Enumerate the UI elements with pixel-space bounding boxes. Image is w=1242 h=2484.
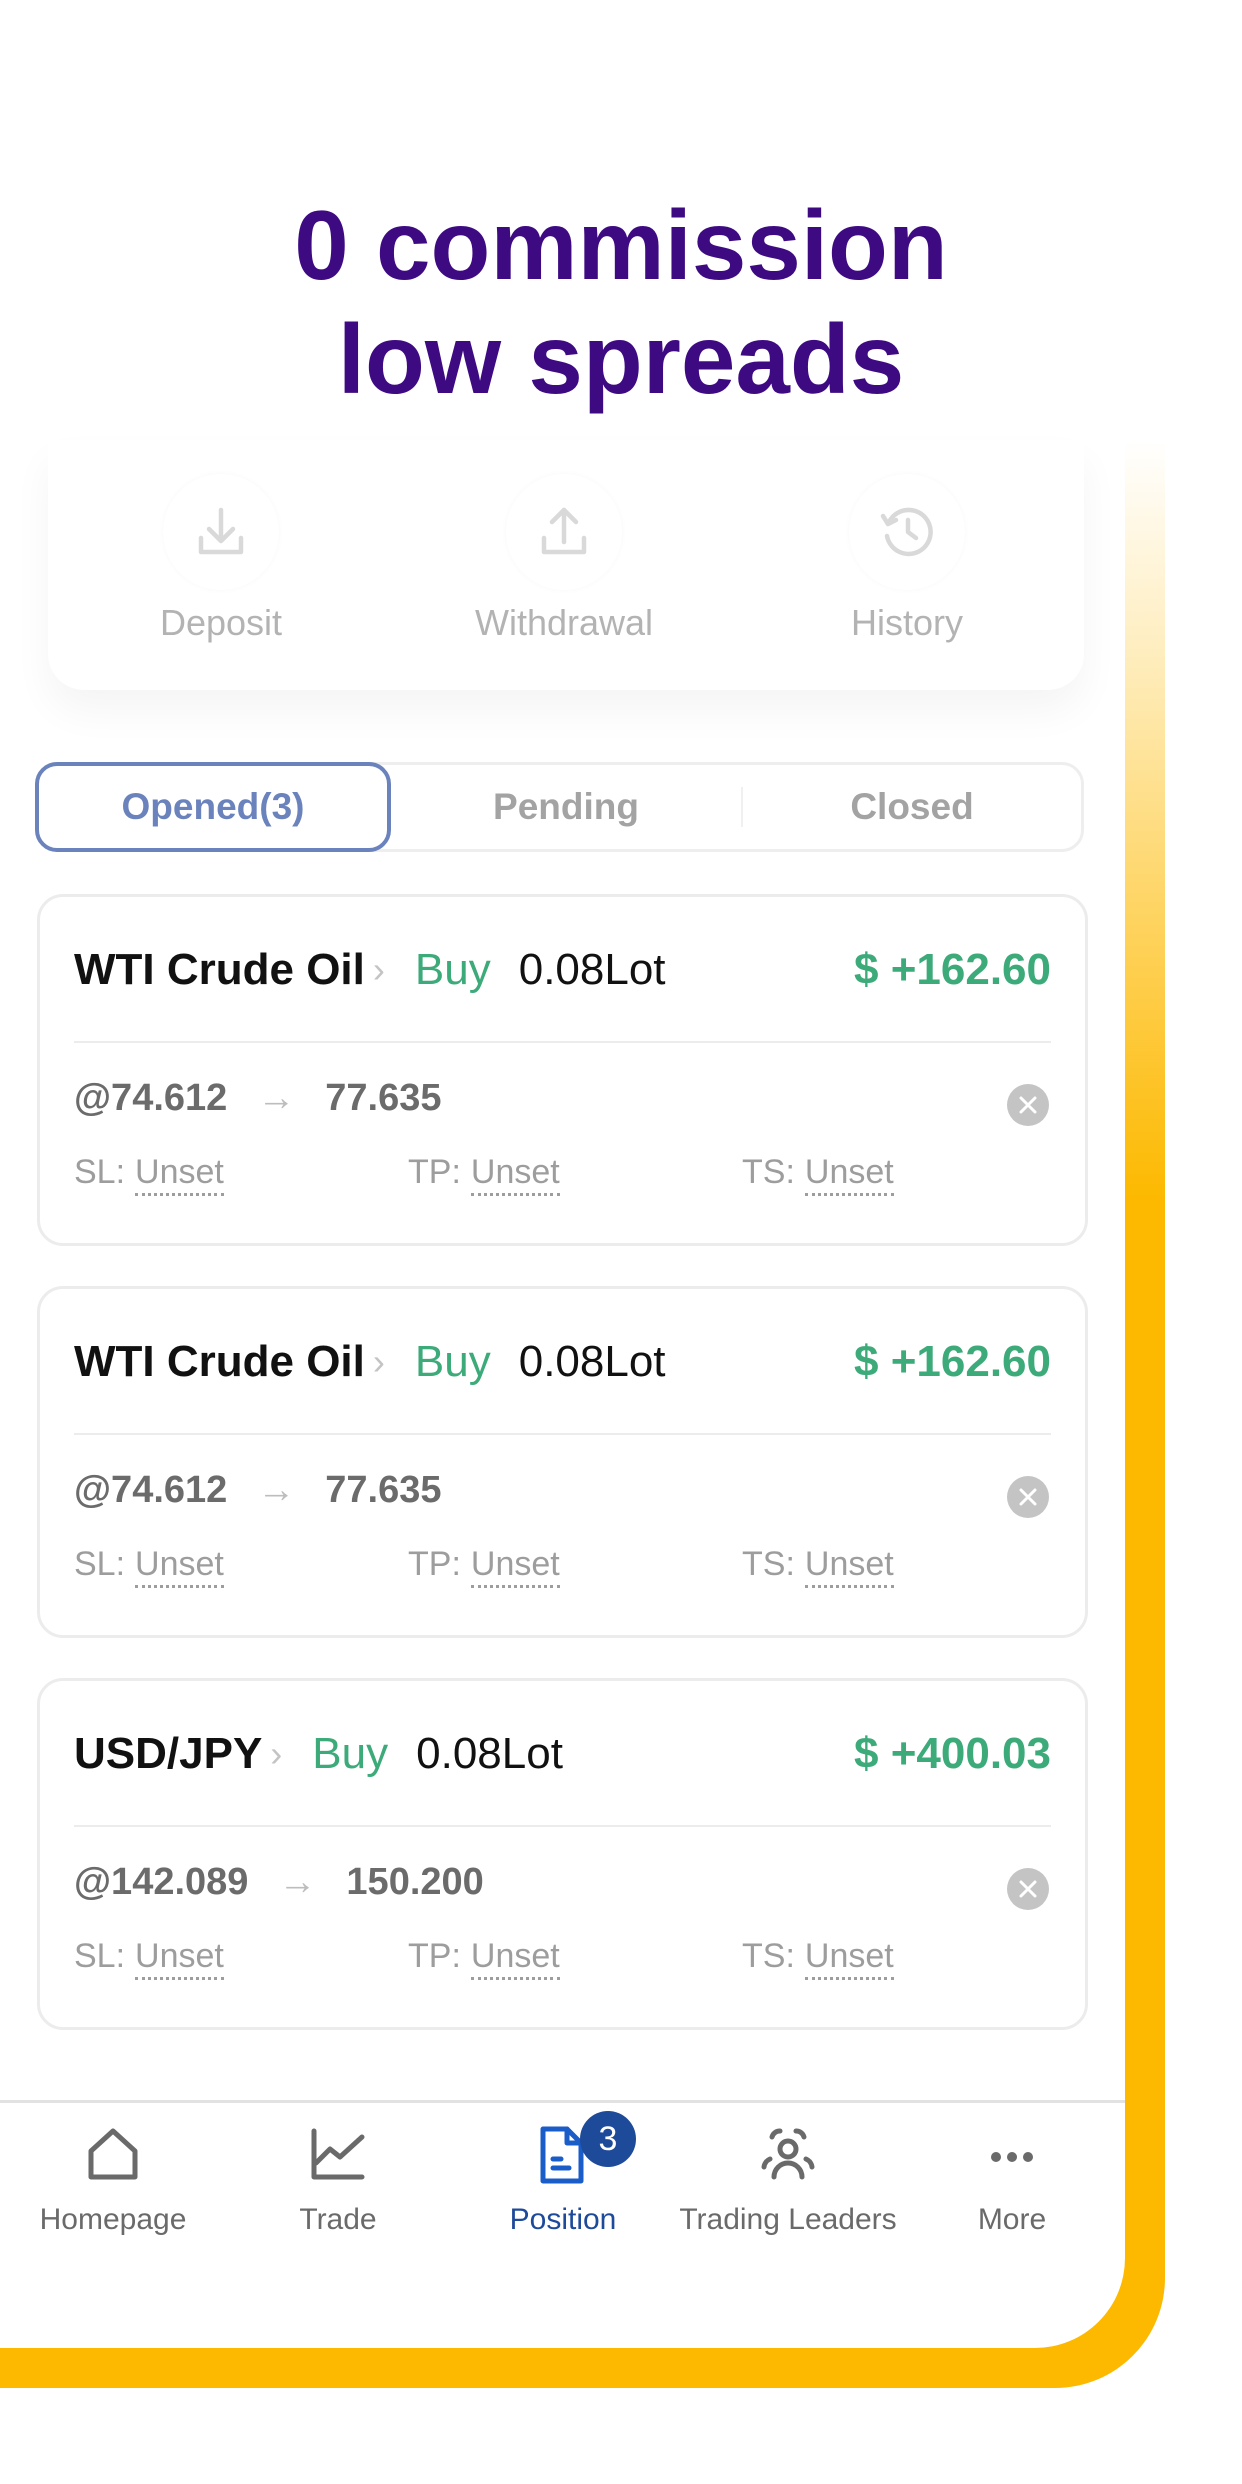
arrow-right-icon: →	[257, 1469, 296, 1511]
download-icon	[163, 474, 279, 590]
price-row: @142.089 → 150.200	[74, 1861, 484, 1904]
position-header: WTI Crude Oil › Buy 0.08Lot	[74, 945, 666, 995]
withdrawal-label: Withdrawal	[474, 602, 654, 643]
trade-side: Buy	[414, 1337, 491, 1386]
tp-label: TP:	[408, 1937, 461, 1975]
price-row: @74.612 → 77.635	[74, 1469, 442, 1512]
stop-loss[interactable]: SL: Unset	[74, 1937, 224, 1980]
tab-opened[interactable]: Opened(3)	[35, 762, 391, 852]
take-profit[interactable]: TP: Unset	[408, 1153, 560, 1196]
trailing-stop[interactable]: TS: Unset	[742, 1153, 894, 1196]
position-card[interactable]: WTI Crude Oil › Buy 0.08Lot $ +162.60 @7…	[37, 894, 1088, 1246]
close-icon	[1019, 1488, 1037, 1506]
tp-value[interactable]: Unset	[470, 1153, 560, 1196]
tabbar-item-trade[interactable]: Trade	[225, 2103, 451, 2253]
symbol-name[interactable]: WTI Crude Oil	[74, 1337, 365, 1387]
current-price: 150.200	[346, 1861, 484, 1903]
ts-label: TS:	[742, 1545, 795, 1583]
stop-loss[interactable]: SL: Unset	[74, 1545, 224, 1588]
take-profit[interactable]: TP: Unset	[408, 1937, 560, 1980]
tabbar-item-homepage[interactable]: Homepage	[0, 2103, 226, 2253]
arrow-right-icon: →	[278, 1861, 317, 1903]
sl-value[interactable]: Unset	[135, 1937, 224, 1980]
position-count-badge: 3	[580, 2111, 636, 2167]
chevron-right-icon: ›	[372, 949, 385, 990]
tabbar-item-position[interactable]: 3 Position	[450, 2103, 676, 2253]
symbol-name[interactable]: USD/JPY	[74, 1729, 262, 1779]
promo-headline: 0 commission low spreads	[0, 188, 1242, 416]
stop-loss[interactable]: SL: Unset	[74, 1153, 224, 1196]
trailing-stop[interactable]: TS: Unset	[742, 1545, 894, 1588]
ts-label: TS:	[742, 1153, 795, 1191]
headline-line-2: low spreads	[337, 304, 905, 414]
tab-pending[interactable]: Pending	[391, 765, 741, 849]
position-card[interactable]: WTI Crude Oil › Buy 0.08Lot $ +162.60 @7…	[37, 1286, 1088, 1638]
home-icon	[88, 2128, 138, 2180]
position-header: USD/JPY › Buy 0.08Lot	[74, 1729, 563, 1779]
trailing-stop[interactable]: TS: Unset	[742, 1937, 894, 1980]
tab-closed[interactable]: Closed	[743, 765, 1081, 849]
position-card[interactable]: USD/JPY › Buy 0.08Lot $ +400.03 @142.089…	[37, 1678, 1088, 2030]
open-price: @142.089	[74, 1861, 249, 1903]
more-dots-icon	[991, 2152, 1033, 2162]
open-price: @74.612	[74, 1469, 228, 1511]
bottom-tab-bar: Homepage Trade 3 Position Trading Leader…	[0, 2100, 1125, 2253]
price-row: @74.612 → 77.635	[74, 1077, 442, 1120]
lot-size: 0.08Lot	[518, 945, 666, 994]
close-position-button[interactable]	[1007, 1868, 1049, 1910]
deposit-label: Deposit	[159, 602, 283, 643]
profit-loss: $ +400.03	[854, 1729, 1051, 1778]
close-position-button[interactable]	[1007, 1084, 1049, 1126]
headline-line-1: 0 commission	[294, 190, 948, 300]
ts-value[interactable]: Unset	[804, 1153, 894, 1196]
tabbar-item-trading-leaders[interactable]: Trading Leaders	[675, 2103, 901, 2253]
sl-value[interactable]: Unset	[135, 1545, 224, 1588]
position-tabs: Opened(3) Pending Closed	[35, 762, 1084, 852]
tp-value[interactable]: Unset	[470, 1545, 560, 1588]
open-price: @74.612	[74, 1077, 228, 1119]
trade-side: Buy	[414, 945, 491, 994]
position-header: WTI Crude Oil › Buy 0.08Lot	[74, 1337, 666, 1387]
profit-loss: $ +162.60	[854, 1337, 1051, 1386]
trade-side: Buy	[312, 1729, 389, 1778]
tabbar-item-more[interactable]: More	[899, 2103, 1125, 2253]
tabbar-label: More	[977, 2203, 1047, 2236]
chevron-right-icon: ›	[372, 1341, 385, 1382]
card-divider	[74, 1433, 1051, 1435]
arrow-right-icon: →	[257, 1077, 296, 1119]
upload-icon	[506, 474, 622, 590]
tp-label: TP:	[408, 1153, 461, 1191]
chart-line-icon	[311, 2128, 365, 2180]
card-divider	[74, 1825, 1051, 1827]
ts-value[interactable]: Unset	[804, 1545, 894, 1588]
current-price: 77.635	[325, 1469, 442, 1511]
card-divider	[74, 1041, 1051, 1043]
tp-value[interactable]: Unset	[470, 1937, 560, 1980]
history-icon	[849, 474, 965, 590]
close-position-button[interactable]	[1007, 1476, 1049, 1518]
lot-size: 0.08Lot	[416, 1729, 563, 1778]
sl-value[interactable]: Unset	[135, 1153, 224, 1196]
chevron-right-icon: ›	[270, 1733, 283, 1774]
history-label: History	[850, 602, 963, 643]
close-icon	[1019, 1880, 1037, 1898]
current-price: 77.635	[325, 1077, 442, 1119]
users-icon	[761, 2128, 815, 2180]
take-profit[interactable]: TP: Unset	[408, 1545, 560, 1588]
sl-label: SL:	[74, 1937, 126, 1975]
sl-label: SL:	[74, 1545, 126, 1583]
sl-label: SL:	[74, 1153, 126, 1191]
tp-label: TP:	[408, 1545, 461, 1583]
quick-actions-card: Deposit Withdrawal History	[48, 440, 1084, 690]
lot-size: 0.08Lot	[518, 1337, 666, 1386]
ts-value[interactable]: Unset	[804, 1937, 894, 1980]
symbol-name[interactable]: WTI Crude Oil	[74, 945, 365, 995]
profit-loss: $ +162.60	[854, 945, 1051, 994]
ts-label: TS:	[742, 1937, 795, 1975]
close-icon	[1019, 1096, 1037, 1114]
